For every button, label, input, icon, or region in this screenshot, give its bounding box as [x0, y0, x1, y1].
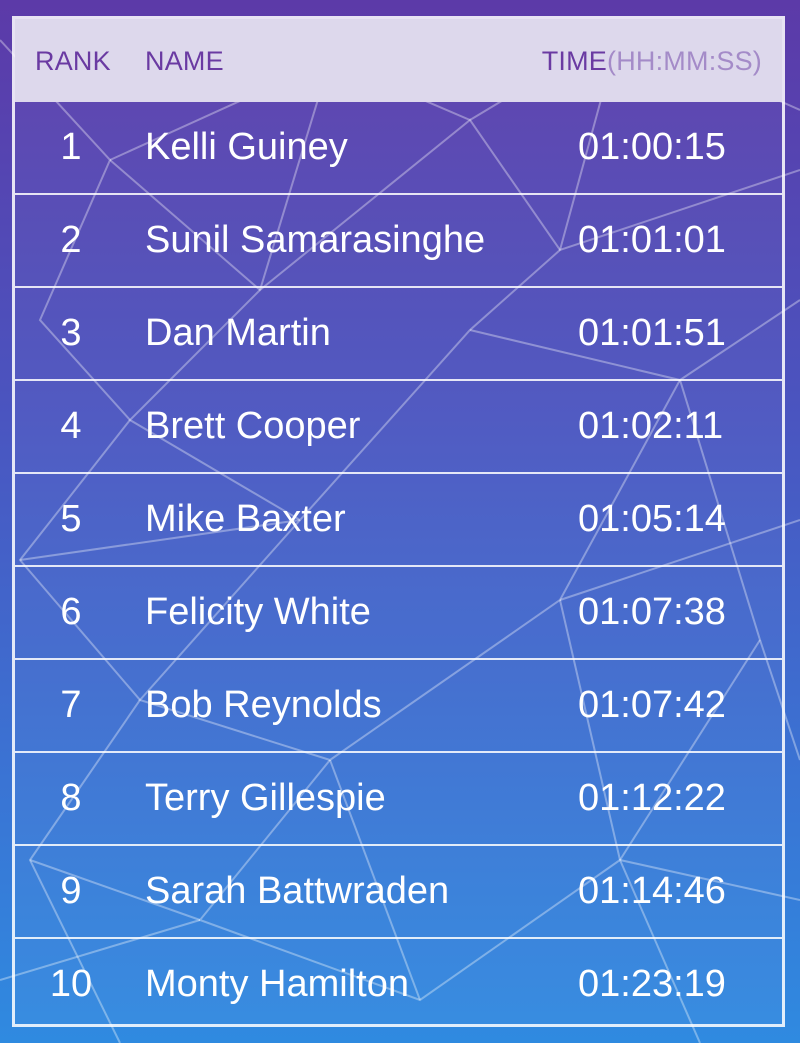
rank-cell: 6 [60, 591, 82, 633]
rank-cell: 10 [49, 963, 93, 1005]
name-cell: Dan Martin [145, 312, 331, 354]
time-cell: 01:12:22 [578, 777, 726, 819]
leaderboard-row: 10 Monty Hamilton 01:23:19 [15, 939, 782, 1030]
leaderboard: RANK NAME TIME(HH:MM:SS) 1 Kelli Guiney … [12, 16, 785, 1027]
name-cell: Sunil Samarasinghe [145, 219, 486, 261]
leaderboard-row: 2 Sunil Samarasinghe 01:01:01 [15, 195, 782, 288]
time-column-header: TIME(HH:MM:SS) [542, 46, 762, 77]
time-cell: 01:07:42 [578, 684, 726, 726]
name-cell: Terry Gillespie [145, 777, 386, 819]
leaderboard-row: 5 Mike Baxter 01:05:14 [15, 474, 782, 567]
leaderboard-row: 3 Dan Martin 01:01:51 [15, 288, 782, 381]
leaderboard-header: RANK NAME TIME(HH:MM:SS) [15, 19, 782, 102]
rank-cell: 4 [60, 405, 82, 447]
leaderboard-row: 8 Terry Gillespie 01:12:22 [15, 753, 782, 846]
leaderboard-rows: 1 Kelli Guiney 01:00:15 2 Sunil Samarasi… [15, 102, 782, 1030]
rank-cell: 3 [60, 312, 82, 354]
rank-cell: 1 [60, 126, 82, 168]
rank-cell: 9 [60, 870, 82, 912]
time-cell: 01:23:19 [578, 963, 726, 1005]
rank-cell: 8 [60, 777, 82, 819]
time-unit-label: (HH:MM:SS) [607, 46, 762, 76]
rank-column-header: RANK [35, 46, 111, 76]
time-cell: 01:01:51 [578, 312, 726, 354]
leaderboard-row: 1 Kelli Guiney 01:00:15 [15, 102, 782, 195]
leaderboard-row: 9 Sarah Battwraden 01:14:46 [15, 846, 782, 939]
name-cell: Bob Reynolds [145, 684, 382, 726]
rank-cell: 7 [60, 684, 82, 726]
leaderboard-row: 6 Felicity White 01:07:38 [15, 567, 782, 660]
time-cell: 01:00:15 [578, 126, 726, 168]
leaderboard-row: 4 Brett Cooper 01:02:11 [15, 381, 782, 474]
name-cell: Kelli Guiney [145, 126, 348, 168]
rank-cell: 2 [60, 219, 82, 261]
name-column-header: NAME [145, 46, 224, 76]
time-cell: 01:02:11 [578, 405, 724, 447]
name-cell: Mike Baxter [145, 498, 346, 540]
time-cell: 01:07:38 [578, 591, 726, 633]
leaderboard-row: 7 Bob Reynolds 01:07:42 [15, 660, 782, 753]
time-cell: 01:14:46 [578, 870, 726, 912]
time-cell: 01:01:01 [578, 219, 726, 261]
rank-cell: 5 [60, 498, 82, 540]
name-cell: Monty Hamilton [145, 963, 409, 1005]
time-cell: 01:05:14 [578, 498, 726, 540]
name-cell: Brett Cooper [145, 405, 361, 447]
name-cell: Felicity White [145, 591, 371, 633]
time-column-label: TIME [541, 46, 608, 76]
name-cell: Sarah Battwraden [145, 870, 450, 912]
